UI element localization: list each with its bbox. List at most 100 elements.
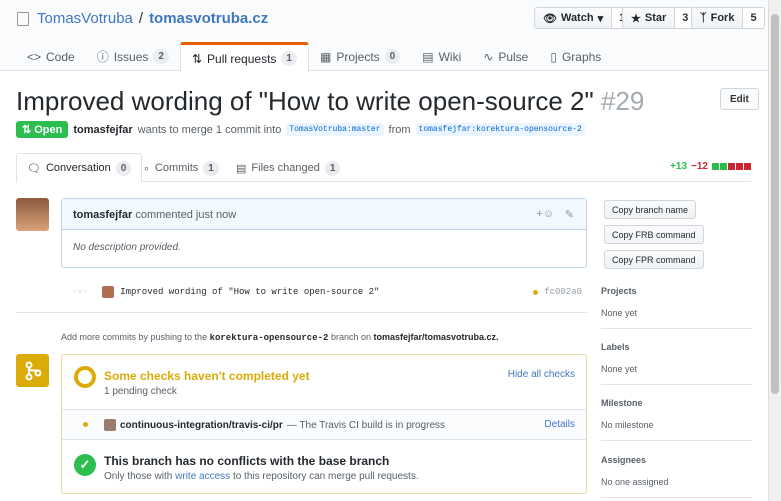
tab-label: Conversation [45,162,111,174]
tab-wiki[interactable]: ▤ Wiki [411,42,472,71]
caret-down-icon: ▾ [597,12,604,25]
commits-counter: 1 [203,160,219,176]
pending-dot [533,289,539,295]
sidebar-heading: Assignees [601,455,647,465]
comment-author[interactable]: tomasfejfar [73,209,132,221]
commit-sha[interactable]: fc002a0 [544,287,582,297]
conflict-status: ✓ This branch has no conflicts with the … [62,440,586,493]
check-row: continuous-integration/travis-ci/pr — Th… [62,410,586,440]
status-badge: ⇅ Open [16,121,69,138]
diff-block [736,163,743,170]
tab-conversation[interactable]: 🗨 Conversation 0 [16,153,143,183]
tab-pulse[interactable]: ∿ Pulse [472,42,539,71]
tab-label: Issues [113,49,149,64]
sidebar-value: None yet [601,308,638,318]
hint-text: branch on [330,332,371,342]
watch-button[interactable]: 👁 Watch ▾ [534,7,613,29]
divider [16,312,587,313]
repo-nav: <> Code ⓘ Issues 2 ⇅ Pull requests 1 ▦ Project… [16,42,612,72]
reaction-icon[interactable]: +☺ [536,208,554,220]
tab-label: Code [46,49,75,64]
hint-repo: tomasfejfar/tomasvotruba.cz. [373,332,499,342]
meta-text: wants to merge 1 commit into [137,123,282,136]
pull-request-icon: ⇅ [22,124,32,136]
repo-icon [17,11,29,26]
conflict-sub: Only those with write access to this rep… [104,471,419,482]
pr-title: Improved wording of "How to write open-s… [16,86,644,117]
additions: +13 [670,161,688,172]
tab-label: Pull requests [207,51,277,66]
repo-breadcrumb: TomasVotruba / tomasvotruba.cz [17,10,268,27]
comment-body: No description provided. [73,242,181,253]
pencil-icon[interactable]: ✎ [565,208,574,221]
avatar[interactable] [16,198,49,231]
scrollbar[interactable] [768,0,781,501]
base-branch[interactable]: TomasVotruba:master [286,123,384,136]
checks-sub: 1 pending check [104,386,177,397]
comment-action: commented just now [135,209,237,221]
project-icon: ▦ [319,49,332,64]
pr-meta: ⇅ Open tomasfejfar wants to merge 1 commi… [16,121,585,138]
avatar [102,286,115,298]
author-link[interactable]: tomasfejfar [73,124,132,136]
tab-projects[interactable]: ▦ Projects 0 [309,42,411,71]
hide-checks-link[interactable]: Hide all checks [508,369,575,380]
repo-name-link[interactable]: tomasvotruba.cz [149,10,268,27]
hint-branch: korektura-opensource-2 [209,333,329,343]
commit-icon: -○- [72,287,89,297]
head-branch[interactable]: tomasfejfar:korektura-opensource-2 [415,123,585,136]
scrollbar-thumb[interactable] [771,14,779,394]
commit-row: -○- Improved wording of "How to write op… [72,286,582,298]
diffstat: +13 −12 [670,161,751,172]
tab-pull-requests[interactable]: ⇅ Pull requests 1 [179,42,309,72]
fork-count[interactable]: 5 [743,7,765,29]
star-icon: ★ [631,12,641,25]
tab-issues[interactable]: ⓘ Issues 2 [86,42,180,71]
sidebar-heading: Projects [601,286,637,296]
code-icon: <> [27,49,42,64]
edit-button[interactable]: Edit [720,88,759,110]
tab-label: Wiki [438,49,462,64]
meta-text: from [388,123,411,136]
tab-label: Pulse [498,49,529,64]
push-hint: Add more commits by pushing to the korek… [61,332,499,343]
tab-files-changed[interactable]: ▤ Files changed 1 [226,153,350,183]
travis-avatar [104,419,116,431]
issues-counter: 2 [153,49,169,64]
pull-requests-counter: 1 [281,51,297,66]
copy-fpr-command-button[interactable]: Copy FPR command [604,250,704,269]
fork-button[interactable]: ᛉ Fork [691,7,744,29]
write-access-link[interactable]: write access [175,471,230,482]
diff-block [712,163,719,170]
tab-graphs[interactable]: ▯ Graphs [539,42,612,71]
conflict-title: This branch has no conflicts with the ba… [104,454,390,468]
tab-commits[interactable]: ∘ Commits 1 [133,153,229,183]
copy-branch-name-button[interactable]: Copy branch name [604,200,697,219]
sidebar-value: No one assigned [601,477,669,487]
diff-block [720,163,727,170]
conversation-counter: 0 [115,160,132,176]
star-button[interactable]: ★ Star [622,7,676,29]
commit-message[interactable]: Improved wording of "How to write open-s… [120,287,379,297]
sidebar-heading: Labels [601,342,630,352]
hint-text: Add more commits by pushing to the [61,332,208,342]
watch-group: 👁Watch▾ 1 [534,7,634,29]
repo-owner-link[interactable]: TomasVotruba [37,10,133,27]
eye-icon: 👁 [543,12,557,25]
fork-icon: ᛉ [700,12,707,24]
pulse-icon: ∿ [483,49,494,64]
details-link[interactable]: Details [544,419,575,430]
conflict-text: to this repository can merge pull reques… [232,471,419,482]
copy-frb-command-button[interactable]: Copy FRB command [604,225,704,244]
star-group: ★ Star 3 [622,7,697,29]
diff-block [728,163,735,170]
pending-dot [83,422,88,427]
deletions: −12 [691,161,708,172]
fork-label: Fork [710,12,735,24]
sidebar-labels: Labels None yet [601,342,752,385]
tab-code[interactable]: <> Code [16,42,86,71]
sidebar-value: No milestone [601,420,654,430]
pr-title-text: Improved wording of "How to write open-s… [16,86,594,116]
star-label: Star [644,12,667,24]
status-label: Open [34,123,63,136]
